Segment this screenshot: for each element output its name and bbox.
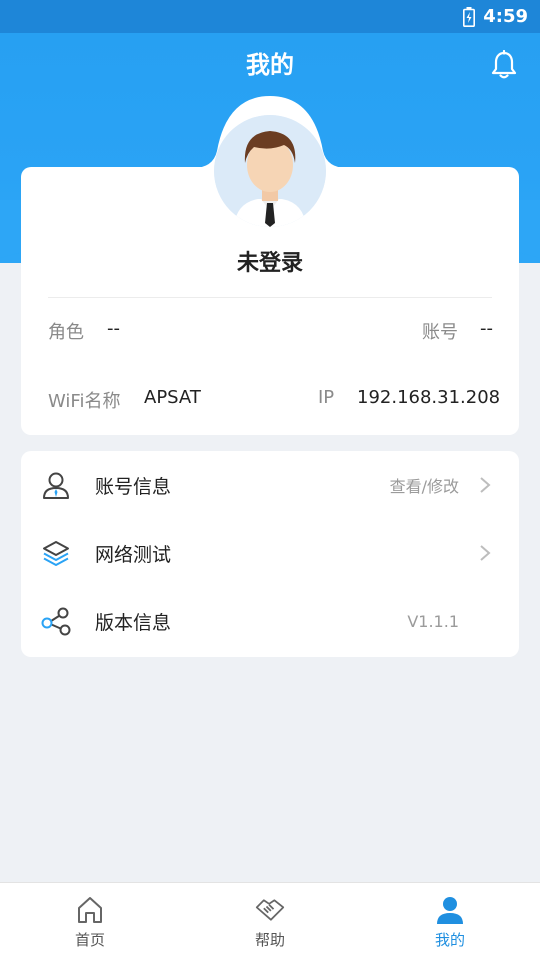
tab-bar: 首页 帮助 我的 <box>0 882 540 960</box>
avatar[interactable] <box>214 115 326 227</box>
menu-item-network-test[interactable]: 网络测试 <box>21 519 519 587</box>
role-value: -- <box>107 318 120 339</box>
handshake-icon <box>255 899 285 921</box>
account-label: 账号 <box>422 322 458 343</box>
tab-help[interactable]: 帮助 <box>180 883 360 960</box>
ip-label: IP <box>318 387 335 408</box>
menu-label: 网络测试 <box>95 543 172 566</box>
share-icon <box>41 607 71 636</box>
layers-icon <box>43 541 69 566</box>
person-icon <box>437 897 463 924</box>
bell-icon[interactable] <box>490 50 518 80</box>
tab-home[interactable]: 首页 <box>0 883 180 960</box>
menu-card: 账号信息 查看/修改 网络测试 版本信息 V1.1.1 <box>21 451 519 657</box>
chevron-right-icon <box>480 477 491 493</box>
role-label: 角色 <box>48 322 84 343</box>
tab-label: 帮助 <box>254 931 285 949</box>
wifi-value: APSAT <box>144 387 201 408</box>
status-bar: 4:59 <box>0 0 540 33</box>
avatar-person-icon <box>214 115 326 227</box>
battery-icon <box>463 6 476 27</box>
menu-label: 版本信息 <box>95 611 172 634</box>
user-outline-icon <box>43 472 69 499</box>
chevron-right-icon <box>480 545 491 561</box>
status-time: 4:59 <box>483 6 528 27</box>
menu-item-version-info[interactable]: 版本信息 V1.1.1 <box>21 587 519 655</box>
menu-value: 查看/修改 <box>389 477 459 496</box>
home-icon <box>78 897 102 923</box>
wifi-label: WiFi名称 <box>48 391 121 412</box>
tab-label: 首页 <box>74 931 105 949</box>
ip-value: 192.168.31.208 <box>357 387 501 408</box>
menu-label: 账号信息 <box>95 475 172 498</box>
tab-mine[interactable]: 我的 <box>360 883 540 960</box>
account-value: -- <box>480 318 493 339</box>
menu-item-account-info[interactable]: 账号信息 查看/修改 <box>21 451 519 519</box>
tab-label: 我的 <box>434 931 465 949</box>
menu-value: V1.1.1 <box>407 611 459 631</box>
divider <box>48 297 492 298</box>
profile-name: 未登录 <box>236 251 303 276</box>
page-title: 我的 <box>246 51 294 79</box>
